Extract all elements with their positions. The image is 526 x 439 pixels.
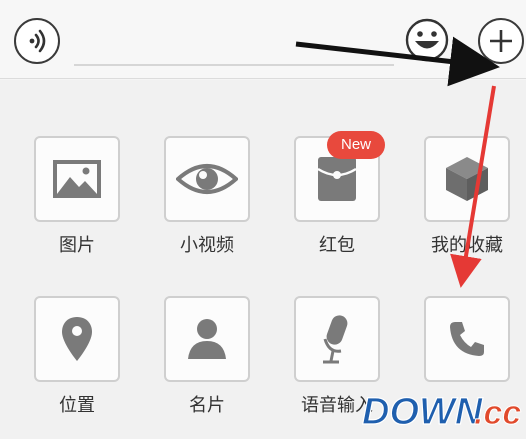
phone-icon: [450, 322, 484, 356]
person-icon: [188, 319, 226, 359]
image-icon: [53, 160, 101, 198]
input-bar-divider: [0, 78, 526, 79]
grid-item-location[interactable]: [34, 296, 120, 382]
message-input[interactable]: [74, 28, 394, 64]
eye-icon: [176, 164, 238, 194]
location-pin-icon: [62, 317, 92, 361]
svg-text:DOWN: DOWN: [362, 391, 484, 433]
message-input-underline: [74, 64, 394, 66]
grid-item-favorites[interactable]: [424, 136, 510, 222]
grid-item-label: 位置: [59, 395, 95, 415]
microphone-icon: [323, 315, 348, 364]
emoji-button[interactable]: [405, 18, 449, 62]
grid-item-label: 名片: [189, 395, 225, 415]
grid-item-label: 小视频: [180, 235, 234, 255]
more-panel: [0, 80, 526, 439]
grid-item-call[interactable]: [424, 296, 510, 382]
plus-icon: [490, 30, 512, 52]
grid-item-short-video[interactable]: [164, 136, 250, 222]
svg-text:.cc: .cc: [474, 394, 521, 432]
grid-item-voice-input[interactable]: [294, 296, 380, 382]
voice-icon: [29, 29, 46, 53]
grid-item-images[interactable]: [34, 136, 120, 222]
grid-item-label: 图片: [59, 235, 95, 255]
grid-item-label: 红包: [319, 235, 355, 255]
grid-item-business-card[interactable]: [164, 296, 250, 382]
voice-button[interactable]: [14, 18, 60, 64]
new-badge: New: [327, 131, 385, 159]
box-icon: [446, 157, 488, 201]
grid-item-label: 我的收藏: [431, 235, 503, 255]
watermark-logo: DOWN .cc: [360, 388, 522, 434]
plus-button[interactable]: [478, 18, 524, 64]
red-packet-icon: [317, 157, 357, 201]
emoji-icon: [405, 18, 449, 62]
